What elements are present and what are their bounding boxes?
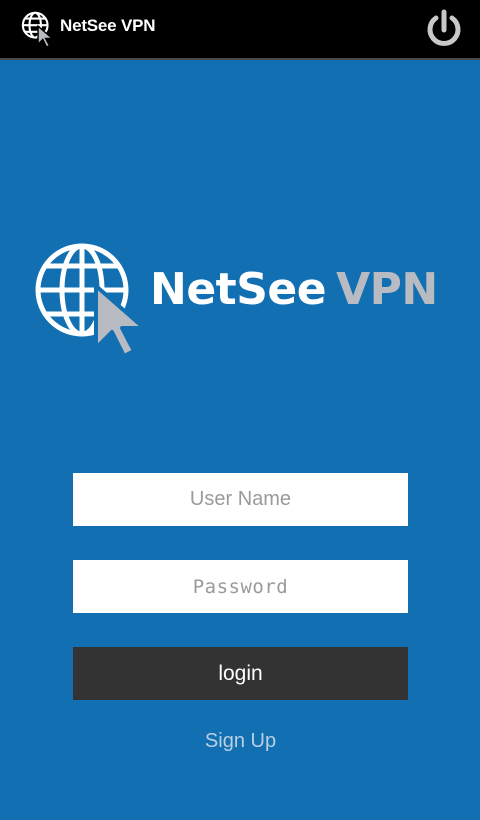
globe-cursor-icon bbox=[35, 243, 146, 358]
brand-word-secondary: VPN bbox=[336, 264, 438, 315]
app-title: NetSee VPN bbox=[60, 16, 156, 35]
login-button[interactable]: login bbox=[73, 647, 408, 700]
password-input[interactable] bbox=[73, 560, 408, 613]
signup-link[interactable]: Sign Up bbox=[73, 730, 408, 753]
brand-logo: NetSee VPN bbox=[34, 238, 454, 358]
app-bar: NetSee VPN bbox=[0, 0, 480, 60]
brand-wordmark: NetSee VPN bbox=[150, 264, 438, 316]
username-input[interactable] bbox=[73, 473, 408, 526]
brand-word-primary: NetSee bbox=[150, 264, 327, 315]
globe-cursor-icon bbox=[21, 11, 55, 48]
power-icon[interactable] bbox=[422, 8, 466, 52]
